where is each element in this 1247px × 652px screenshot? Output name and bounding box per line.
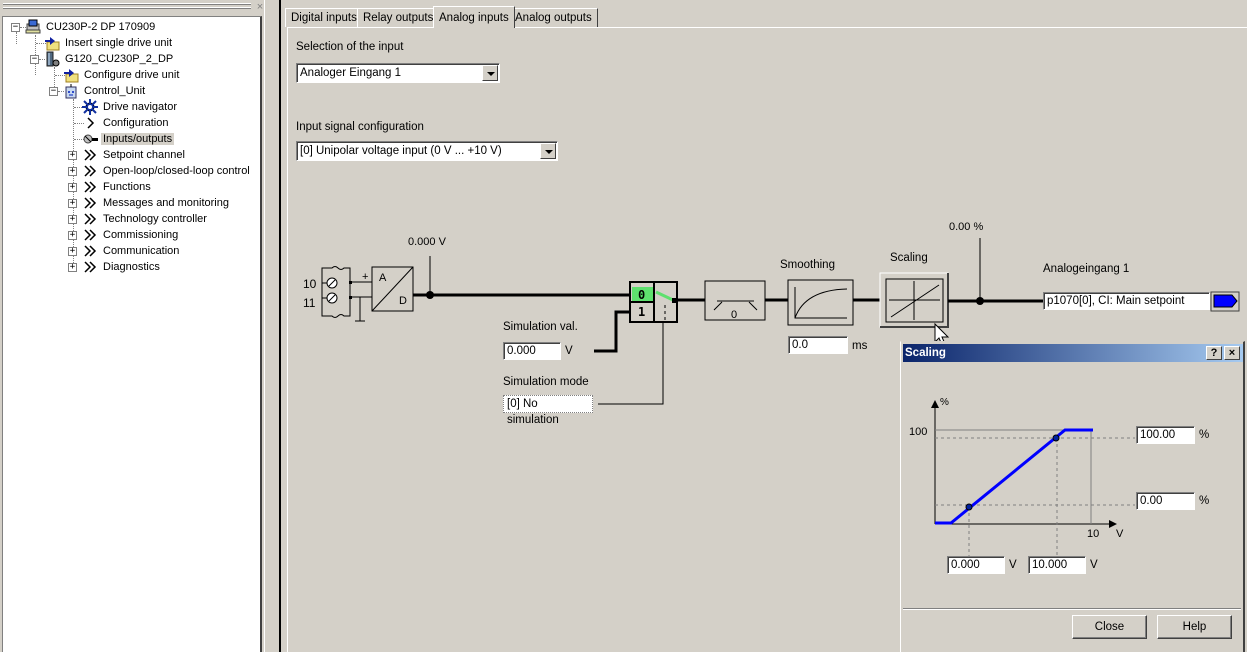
chevron-right-icon (82, 115, 98, 131)
titlebar-grip (3, 7, 251, 9)
chevron-down-icon[interactable] (482, 65, 498, 81)
simulation-value-label: Simulation val. (503, 321, 578, 333)
simulation-mode-label: Simulation mode (503, 376, 589, 388)
expand-toggle[interactable]: + (68, 263, 77, 272)
tab-digital-inputs[interactable]: Digital inputs (285, 8, 363, 27)
tree-line (16, 32, 17, 44)
collapse-toggle[interactable]: − (49, 87, 58, 96)
scaling-block-button[interactable] (879, 272, 949, 328)
input-selection-dropdown[interactable]: Analoger Eingang 1 (296, 63, 500, 83)
chevron-down-icon[interactable] (540, 143, 556, 159)
scaling-dialog: Scaling ? × % 100 10 V 100.00 % 0.00 % 0… (900, 341, 1245, 652)
output-connector-field[interactable]: p1070[0], CI: Main setpoint (1043, 292, 1210, 310)
collapse-toggle[interactable]: − (11, 23, 20, 32)
expand-toggle[interactable]: + (68, 215, 77, 224)
double-chevron-icon (82, 195, 98, 211)
grid-helper (935, 437, 1135, 564)
x1-unit: V (1009, 559, 1017, 571)
connector-arrow-button[interactable] (1210, 291, 1240, 312)
signal-config-value: [0] Unipolar voltage input (0 V ... +10 … (300, 145, 502, 157)
close-button[interactable]: Close (1072, 615, 1147, 639)
x2-unit: V (1090, 559, 1098, 571)
y-axis-unit: % (940, 397, 949, 408)
y-axis-arrow (931, 400, 939, 408)
tree-item-functions[interactable]: Functions (82, 179, 153, 195)
simulation-switch[interactable] (629, 281, 678, 323)
tree-item-setpoint-channel[interactable]: Setpoint channel (82, 147, 187, 163)
x2-voltage-input[interactable]: 10.000 (1028, 556, 1086, 574)
point-1[interactable] (965, 503, 973, 511)
simulation-mode-field[interactable]: [0] No simulation (503, 395, 593, 426)
x1-voltage-input[interactable]: 0.000 (947, 556, 1005, 574)
tree-item-drive-navigator[interactable]: Drive navigator (82, 99, 179, 115)
navigator-gear-icon (82, 99, 98, 115)
grid-limit (935, 429, 1092, 524)
double-chevron-icon (82, 179, 98, 195)
tree-item-project[interactable]: CU230P-2 DP 170909 (25, 19, 157, 35)
help-button[interactable]: Help (1157, 615, 1232, 639)
tab-analog-inputs[interactable]: Analog inputs (433, 6, 515, 28)
left-panel-titlebar[interactable] (0, 0, 258, 14)
tree-item-inputs-outputs[interactable]: Inputs/outputs (82, 131, 175, 147)
selection-label: Selection of the input (296, 41, 404, 53)
tree-item-diagnostics[interactable]: Diagnostics (82, 259, 162, 275)
expand-toggle[interactable]: + (68, 231, 77, 240)
double-chevron-icon (82, 259, 98, 275)
tree-item-technology-controller[interactable]: Technology controller (82, 211, 209, 227)
input-selection-value: Analoger Eingang 1 (300, 67, 402, 79)
insert-folder-icon (44, 35, 60, 51)
project-icon (25, 19, 41, 35)
point-2[interactable] (1052, 434, 1060, 442)
y-tick-100: 100 (909, 426, 927, 438)
tree-item-control-unit[interactable]: Control_Unit (63, 83, 147, 99)
expand-toggle[interactable]: + (68, 199, 77, 208)
tree-item-insert-drive[interactable]: Insert single drive unit (44, 35, 174, 51)
tree-item-messages-monitoring[interactable]: Messages and monitoring (82, 195, 231, 211)
y2-percent-input[interactable]: 100.00 (1136, 426, 1195, 444)
x-axis-unit: V (1116, 528, 1124, 540)
double-chevron-icon (82, 243, 98, 259)
panel-splitter[interactable] (264, 0, 278, 652)
drive-unit-icon (44, 51, 60, 67)
tree-item-configuration[interactable]: Configuration (82, 115, 170, 131)
tab-analog-outputs[interactable]: Analog outputs (509, 8, 598, 27)
x-axis-arrow (1109, 520, 1117, 528)
double-chevron-icon (82, 163, 98, 179)
simulation-value-input[interactable]: 0.000 (503, 342, 561, 360)
tree-item-communication[interactable]: Communication (82, 243, 181, 259)
tree-item-drive-unit[interactable]: G120_CU230P_2_DP (44, 51, 175, 67)
double-chevron-icon (82, 211, 98, 227)
configure-folder-icon (63, 67, 79, 83)
double-chevron-icon (82, 227, 98, 243)
y1-unit: % (1199, 495, 1210, 507)
y1-percent-input[interactable]: 0.00 (1136, 492, 1195, 510)
y2-unit: % (1199, 429, 1210, 441)
tree-item-configure-drive[interactable]: Configure drive unit (63, 67, 181, 83)
scaling-curve (935, 428, 1093, 525)
x-tick-10: 10 (1087, 528, 1099, 540)
expand-toggle[interactable]: + (68, 167, 77, 176)
double-chevron-icon (82, 147, 98, 163)
expand-toggle[interactable]: + (68, 247, 77, 256)
smoothing-time-input[interactable]: 0.0 (788, 336, 848, 354)
tab-relay-outputs[interactable]: Relay outputs (357, 8, 440, 27)
project-tree[interactable]: − CU230P-2 DP 170909 Insert single drive… (2, 16, 262, 652)
smoothing-unit: ms (852, 340, 868, 352)
expand-toggle[interactable]: + (68, 183, 77, 192)
expand-toggle[interactable]: + (68, 151, 77, 160)
dialog-separator (903, 608, 1241, 610)
signal-config-dropdown[interactable]: [0] Unipolar voltage input (0 V ... +10 … (296, 141, 558, 161)
signal-config-label: Input signal configuration (296, 121, 424, 133)
titlebar-grip (3, 3, 251, 5)
control-unit-icon (63, 83, 79, 99)
simulation-value-unit: V (565, 345, 573, 357)
tree-item-commissioning[interactable]: Commissioning (82, 227, 180, 243)
io-plug-icon (82, 131, 98, 147)
tree-item-open-closed-loop[interactable]: Open-loop/closed-loop control (82, 163, 252, 179)
collapse-toggle[interactable]: − (30, 55, 39, 64)
